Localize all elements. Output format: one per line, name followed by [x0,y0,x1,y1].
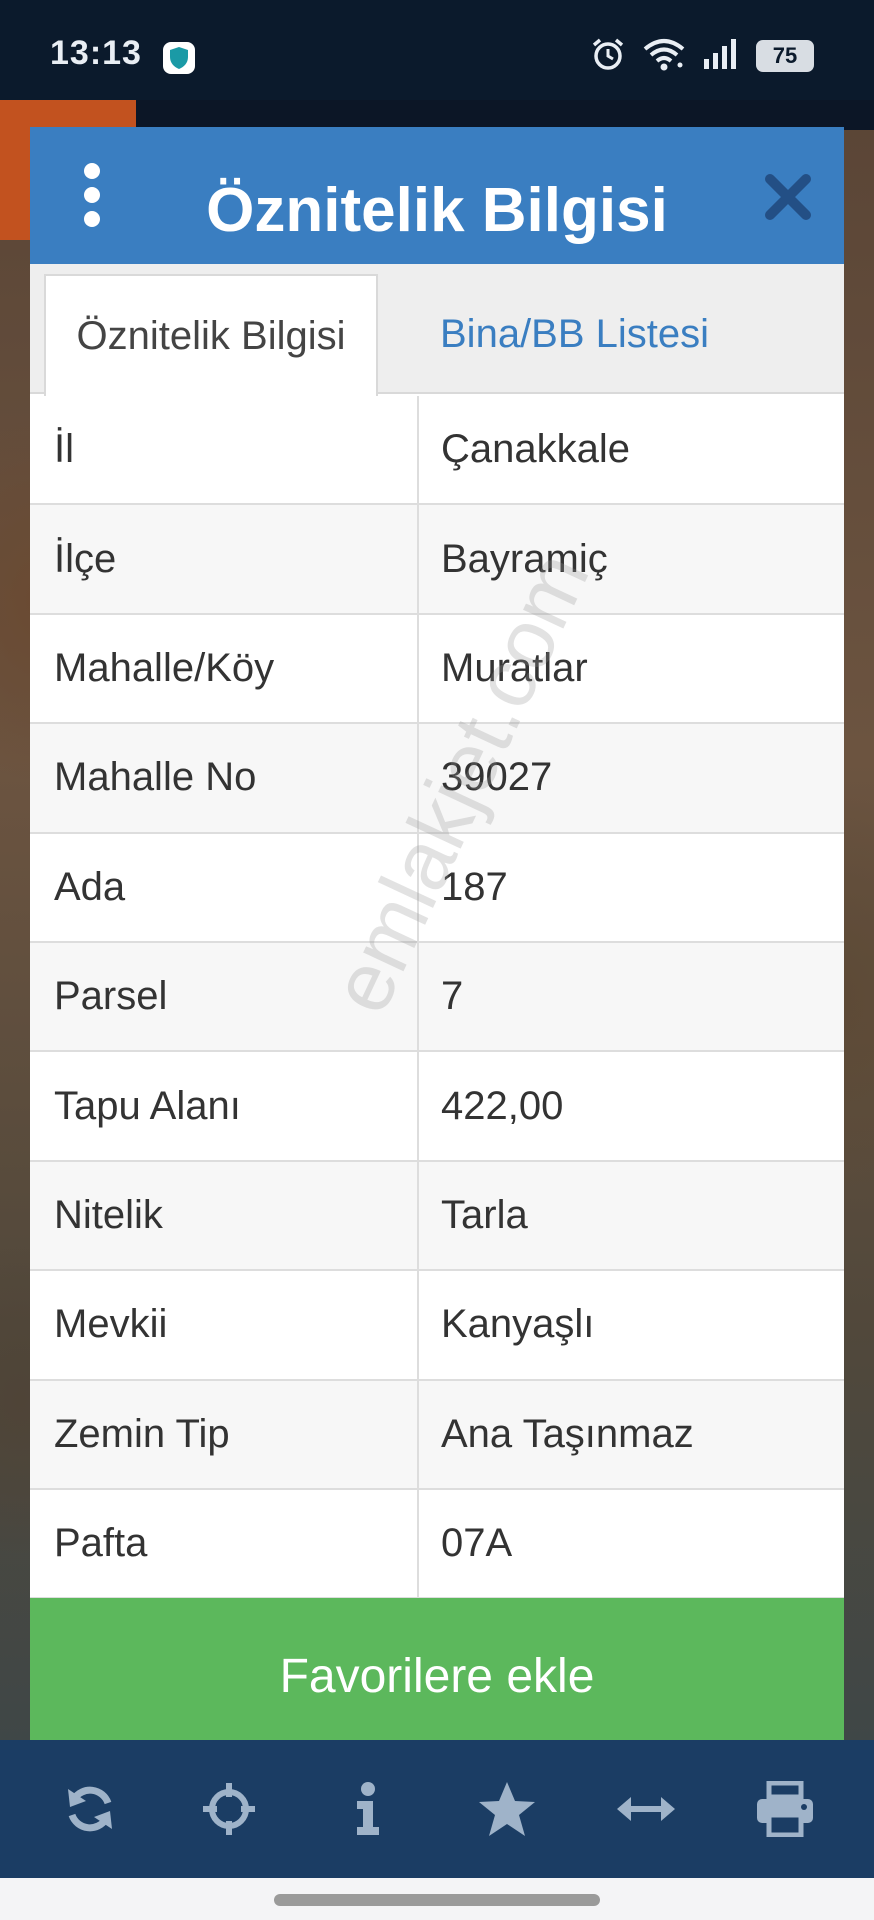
shield-icon [163,42,195,74]
refresh-icon[interactable] [55,1774,125,1844]
bottom-toolbar [0,1740,874,1878]
alarm-icon [590,36,626,77]
close-icon[interactable] [762,171,814,223]
dialog-header: Öznitelik Bilgisi [30,127,844,264]
signal-icon [702,37,740,76]
table-row: Ada 187 [30,833,844,943]
row-label: İlçe [30,505,419,613]
row-label: Nitelik [30,1161,419,1270]
row-label: Zemin Tip [30,1380,419,1488]
row-label: Tapu Alanı [30,1052,419,1160]
row-label: Ada [30,833,419,941]
row-value: Çanakkale [441,427,631,472]
row-label: Pafta [30,1489,419,1598]
row-label: İl [30,396,419,504]
status-bar: 13:13 75 [0,0,874,100]
row-value: 7 [441,974,464,1019]
row-value: 07A [441,1521,513,1566]
table-row: Nitelik Tarla [30,1161,844,1272]
info-icon[interactable] [333,1774,403,1844]
row-label: Mahalle/Köy [30,614,419,723]
table-row: İlçe Bayramiç [30,505,844,615]
row-label: Mahalle No [30,724,419,832]
table-row: Parsel 7 [30,942,844,1053]
row-value: 39027 [441,755,553,800]
tab-building-list[interactable]: Bina/BB Listesi [380,274,844,394]
row-value: 422,00 [441,1083,564,1128]
row-value: Muratlar [441,645,588,690]
measure-icon[interactable] [611,1774,681,1844]
table-row: İl Çanakkale [30,396,844,506]
table-row: Tapu Alanı 422,00 [30,1052,844,1162]
status-time: 13:13 [50,34,142,72]
home-gesture-handle[interactable] [274,1894,600,1906]
row-value: 187 [441,864,508,909]
map-topbar [136,100,874,130]
row-value: Ana Taşınmaz [441,1411,694,1456]
system-nav-bar [0,1878,874,1920]
star-icon[interactable] [472,1774,542,1844]
table-row: Pafta 07A [30,1489,844,1600]
tab-attribute-info[interactable]: Öznitelik Bilgisi [44,274,378,396]
row-value: Bayramiç [441,536,608,581]
table-row: Mevkii Kanyaşlı [30,1271,844,1381]
row-label: Mevkii [30,1271,419,1379]
battery-icon: 75 [756,40,814,72]
attribute-dialog: Öznitelik Bilgisi Öznitelik Bilgisi Bina… [30,127,844,1754]
row-value: Tarla [441,1192,528,1237]
crosshair-icon[interactable] [194,1774,264,1844]
table-row: Mahalle/Köy Muratlar [30,614,844,725]
add-favorite-button[interactable]: Favorilere ekle [30,1598,844,1754]
table-row: Zemin Tip Ana Taşınmaz [30,1380,844,1490]
row-label: Parsel [30,942,419,1051]
row-value: Kanyaşlı [441,1302,595,1347]
wifi-icon [642,37,686,76]
print-icon[interactable] [750,1774,820,1844]
table-row: Mahalle No 39027 [30,724,844,834]
attribute-table: İl Çanakkale İlçe Bayramiç Mahalle/Köy Mura… [30,396,844,1600]
tab-bar: Öznitelik Bilgisi Bina/BB Listesi [30,264,844,396]
status-icons: 75 [590,36,814,76]
dialog-title: Öznitelik Bilgisi [206,176,668,245]
